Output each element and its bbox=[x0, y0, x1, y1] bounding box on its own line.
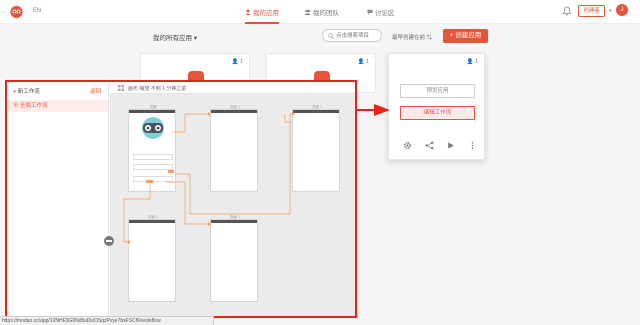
language-switch[interactable]: EN bbox=[33, 8, 41, 14]
team-icon bbox=[304, 9, 311, 15]
back-link[interactable]: 返回 bbox=[90, 87, 101, 95]
creator-button[interactable]: 创建者 bbox=[578, 5, 605, 17]
workflow-item[interactable]: ⊕ 全局工作流 bbox=[7, 100, 108, 112]
status-url: https://modao.cc/app/12NHF3G0Nd5sDlxOSqz… bbox=[0, 316, 214, 325]
person-icon bbox=[245, 9, 251, 15]
sort-icon: ⇅ bbox=[426, 35, 433, 41]
tab-my-apps[interactable]: 我的应用 bbox=[245, 7, 279, 24]
new-workflow-button[interactable]: + 新工作流 bbox=[13, 87, 40, 95]
workflow-editor-screenshot: + 新工作流 返回 ⊕ 全局工作流 画布 缩放 不到 1 分钟之前 页面 页面 … bbox=[5, 80, 357, 318]
top-nav: EN 我的应用 我的团队 讨论区 创建者 ▾ J bbox=[0, 0, 640, 24]
workflow-item-label: 全局工作流 bbox=[20, 103, 48, 109]
search-icon bbox=[328, 33, 334, 39]
flow-connectors bbox=[123, 112, 295, 244]
tab-my-team-label: 我的团队 bbox=[313, 10, 339, 17]
zoom-out-button[interactable] bbox=[104, 236, 114, 246]
apps-filter-dropdown[interactable]: 我的所有应用 ▾ bbox=[153, 32, 197, 42]
edit-workflow-button[interactable]: 编辑工作流 bbox=[400, 106, 475, 120]
member-count: 👤 1 bbox=[231, 59, 243, 65]
search-box[interactable] bbox=[322, 29, 382, 42]
sort-dropdown[interactable]: 最早创建在前 ⇅ bbox=[392, 33, 432, 41]
app-card-hovered[interactable]: 👤 1 预览应用 编辑工作流 bbox=[388, 53, 485, 160]
tab-discussion-label: 讨论区 bbox=[375, 10, 395, 17]
tab-my-team[interactable]: 我的团队 bbox=[304, 7, 339, 17]
card-tools bbox=[403, 141, 477, 150]
share-icon[interactable] bbox=[425, 141, 434, 150]
preview-app-button[interactable]: 预览应用 bbox=[400, 84, 475, 98]
search-input[interactable] bbox=[336, 31, 380, 40]
chevron-down-icon[interactable]: ▾ bbox=[609, 8, 612, 14]
tab-discussion[interactable]: 讨论区 bbox=[367, 7, 395, 17]
create-app-label: 创建应用 bbox=[455, 32, 482, 39]
logo-icon[interactable] bbox=[9, 4, 24, 19]
apps-filter-label: 我的所有应用 bbox=[153, 35, 192, 42]
tab-my-apps-label: 我的应用 bbox=[253, 10, 279, 17]
globe-icon: ⊕ bbox=[13, 103, 21, 109]
bell-icon[interactable] bbox=[563, 6, 571, 16]
workflow-canvas: 画布 缩放 不到 1 分钟之前 页面 页面 1 页面 1 页面 1 页面 1 bbox=[104, 82, 355, 316]
annotation-arrow-icon bbox=[356, 104, 390, 116]
sort-label: 最早创建在前 bbox=[392, 35, 426, 41]
member-count: 👤 1 bbox=[466, 59, 478, 65]
create-app-button[interactable]: + 创建应用 bbox=[443, 29, 488, 43]
chat-icon bbox=[367, 9, 373, 15]
play-icon[interactable] bbox=[446, 141, 455, 150]
avatar[interactable]: J bbox=[616, 4, 628, 16]
member-count: 👤 1 bbox=[357, 59, 369, 65]
chevron-down-icon: ▾ bbox=[193, 35, 198, 42]
gear-icon[interactable] bbox=[403, 141, 412, 150]
more-icon[interactable] bbox=[468, 141, 477, 150]
workflow-sidebar: + 新工作流 返回 ⊕ 全局工作流 bbox=[7, 82, 109, 316]
